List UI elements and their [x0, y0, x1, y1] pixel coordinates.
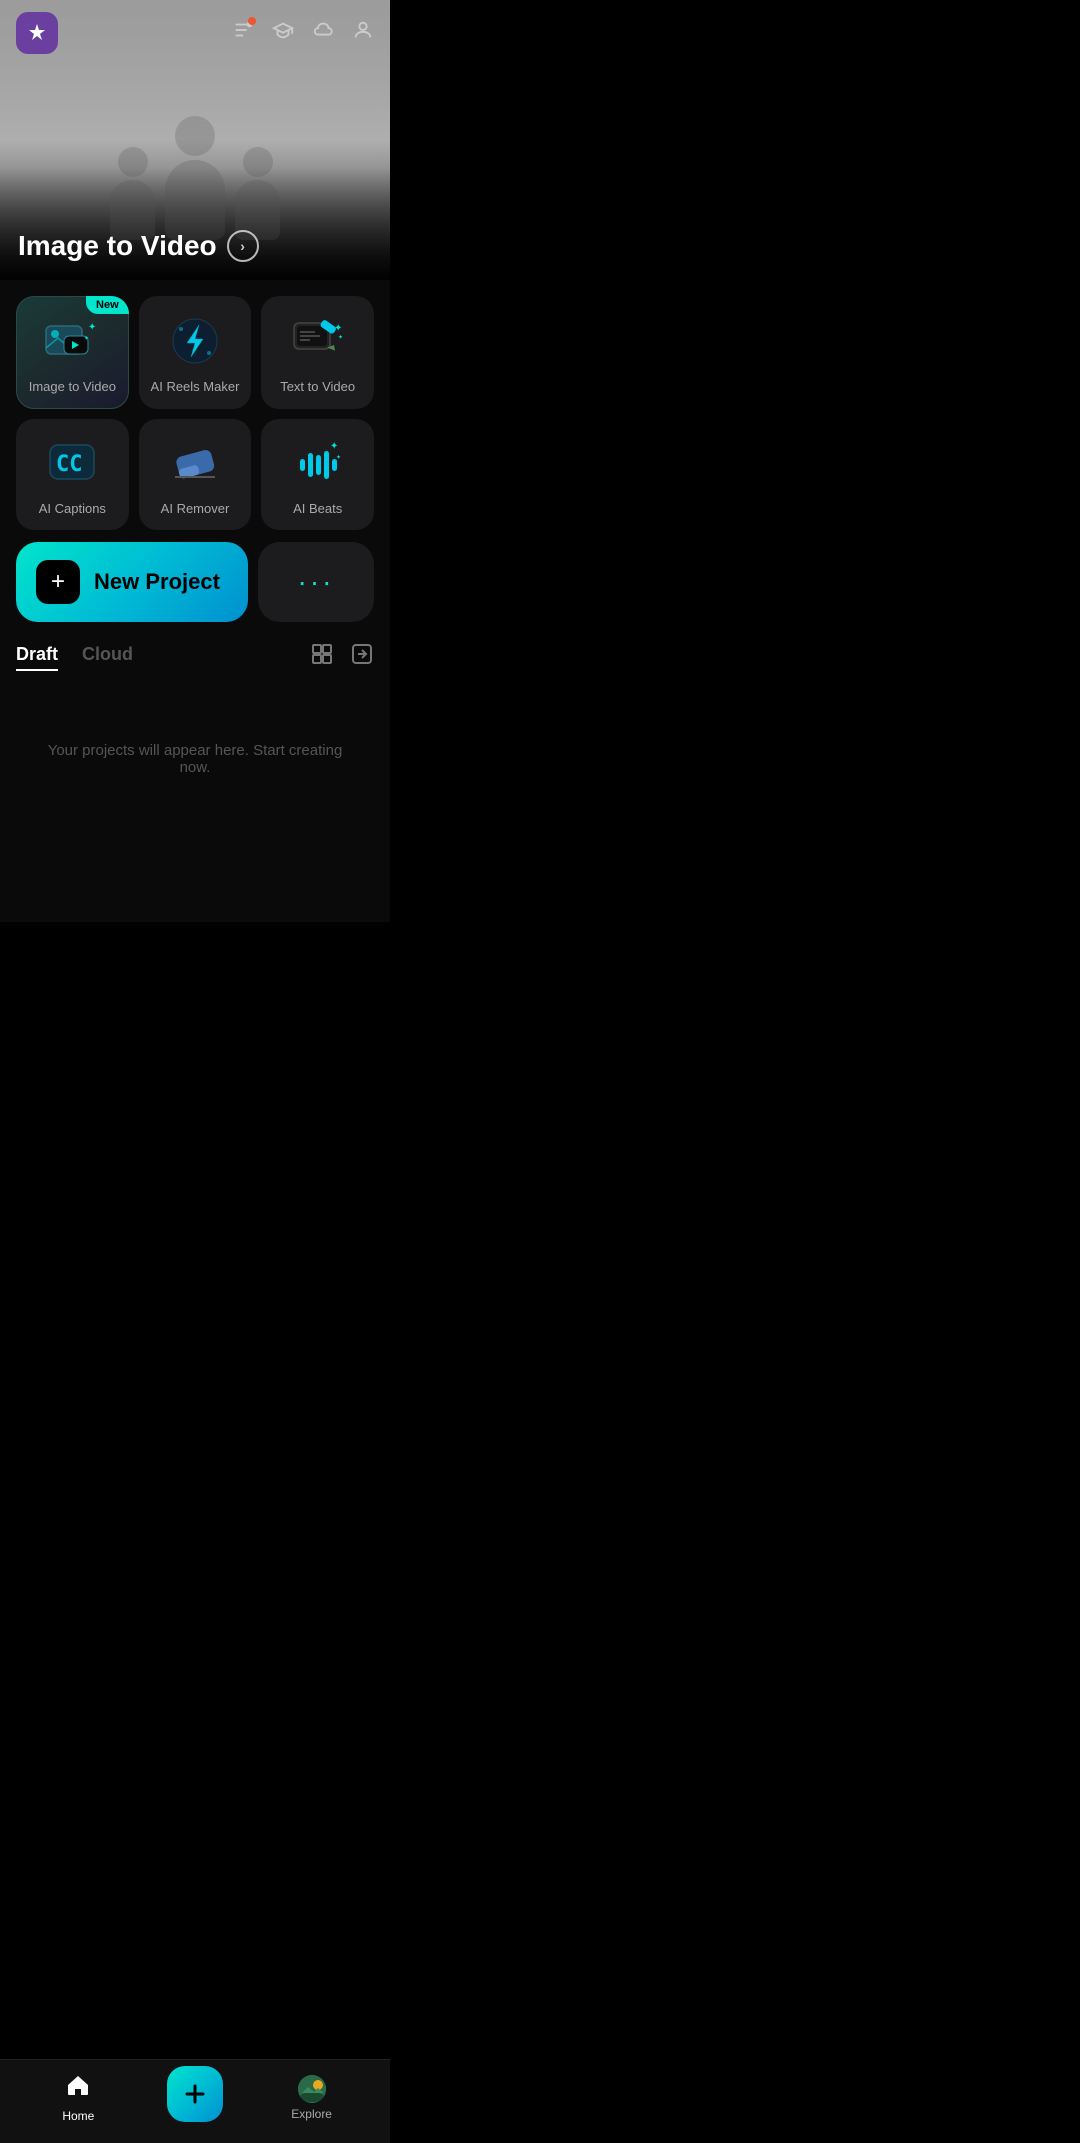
more-button[interactable]: ···	[258, 542, 374, 622]
svg-text:CC: CC	[56, 452, 83, 477]
ai-captions-icon: CC	[44, 435, 100, 491]
section-title: Image to Video ›	[18, 230, 372, 262]
ai-reels-maker-icon	[167, 313, 223, 369]
tabs-left: Draft Cloud	[16, 644, 133, 671]
home-icon	[65, 2072, 91, 2105]
explore-label: Explore	[291, 2107, 332, 2121]
tool-card-image-to-video[interactable]: New ✦ ✦ Image to Video	[16, 296, 129, 409]
new-badge: New	[86, 296, 129, 314]
explore-avatar	[298, 2075, 326, 2103]
topbar	[0, 0, 390, 66]
nav-create[interactable]	[160, 2074, 230, 2122]
tab-draft[interactable]: Draft	[16, 644, 58, 671]
cloud-icon[interactable]	[312, 19, 334, 47]
home-label: Home	[62, 2109, 94, 2123]
section-title-text: Image to Video	[18, 230, 217, 262]
svg-text:✦: ✦	[338, 334, 343, 341]
new-project-plus-icon: +	[36, 560, 80, 604]
text-to-video-icon: ✦ ✦	[290, 313, 346, 369]
empty-state: Your projects will appear here. Start cr…	[16, 692, 374, 826]
tools-grid: New ✦ ✦ Image to Video	[16, 296, 374, 530]
ai-remover-icon	[167, 435, 223, 491]
hero-banner: Image to Video ›	[0, 0, 390, 280]
tool-label-ai-beats: AI Beats	[293, 501, 342, 516]
svg-text:✦: ✦	[84, 335, 89, 342]
more-dots: ···	[298, 566, 335, 598]
image-to-video-icon: ✦ ✦	[44, 313, 100, 369]
main-content: New ✦ ✦ Image to Video	[0, 280, 390, 922]
tool-card-ai-captions[interactable]: CC AI Captions	[16, 419, 129, 530]
nav-explore[interactable]: Explore	[277, 2075, 347, 2121]
profile-icon[interactable]	[352, 19, 374, 47]
new-project-label: New Project	[94, 569, 220, 595]
bottom-nav: Home Explore	[0, 2059, 390, 2143]
ai-beats-icon: ✦ ✦	[290, 435, 346, 491]
nav-home[interactable]: Home	[43, 2072, 113, 2123]
tool-label-image-to-video: Image to Video	[29, 379, 116, 394]
topbar-icons	[232, 19, 374, 47]
tool-card-ai-beats[interactable]: ✦ ✦ AI Beats	[261, 419, 374, 530]
svg-text:✦: ✦	[330, 441, 338, 452]
tool-label-ai-reels-maker: AI Reels Maker	[151, 379, 240, 394]
section-title-area: Image to Video ›	[0, 214, 390, 280]
graduation-icon[interactable]	[272, 19, 294, 47]
svg-text:✦: ✦	[336, 454, 341, 461]
empty-state-text: Your projects will appear here. Start cr…	[48, 742, 343, 776]
tool-label-ai-remover: AI Remover	[161, 501, 230, 516]
tool-label-ai-captions: AI Captions	[39, 501, 106, 516]
grid-view-icon[interactable]	[310, 642, 334, 672]
tool-card-ai-remover[interactable]: AI Remover	[139, 419, 252, 530]
bottom-tools-row: + New Project ···	[16, 542, 374, 622]
notification-dot	[248, 17, 256, 25]
tabs-row: Draft Cloud	[16, 642, 374, 672]
svg-text:✦: ✦	[88, 322, 96, 333]
tabs-right	[310, 642, 374, 672]
create-button[interactable]	[167, 2066, 223, 2122]
tool-card-ai-reels-maker[interactable]: AI Reels Maker	[139, 296, 252, 409]
section-title-arrow[interactable]: ›	[227, 230, 259, 262]
svg-text:✦: ✦	[334, 323, 342, 334]
app-logo[interactable]	[16, 12, 58, 54]
tool-label-text-to-video: Text to Video	[280, 379, 355, 394]
new-project-button[interactable]: + New Project	[16, 542, 248, 622]
tab-cloud[interactable]: Cloud	[82, 644, 133, 671]
share-icon[interactable]	[350, 642, 374, 672]
tool-card-text-to-video[interactable]: ✦ ✦ Text to Video	[261, 296, 374, 409]
filter-icon[interactable]	[232, 19, 254, 47]
